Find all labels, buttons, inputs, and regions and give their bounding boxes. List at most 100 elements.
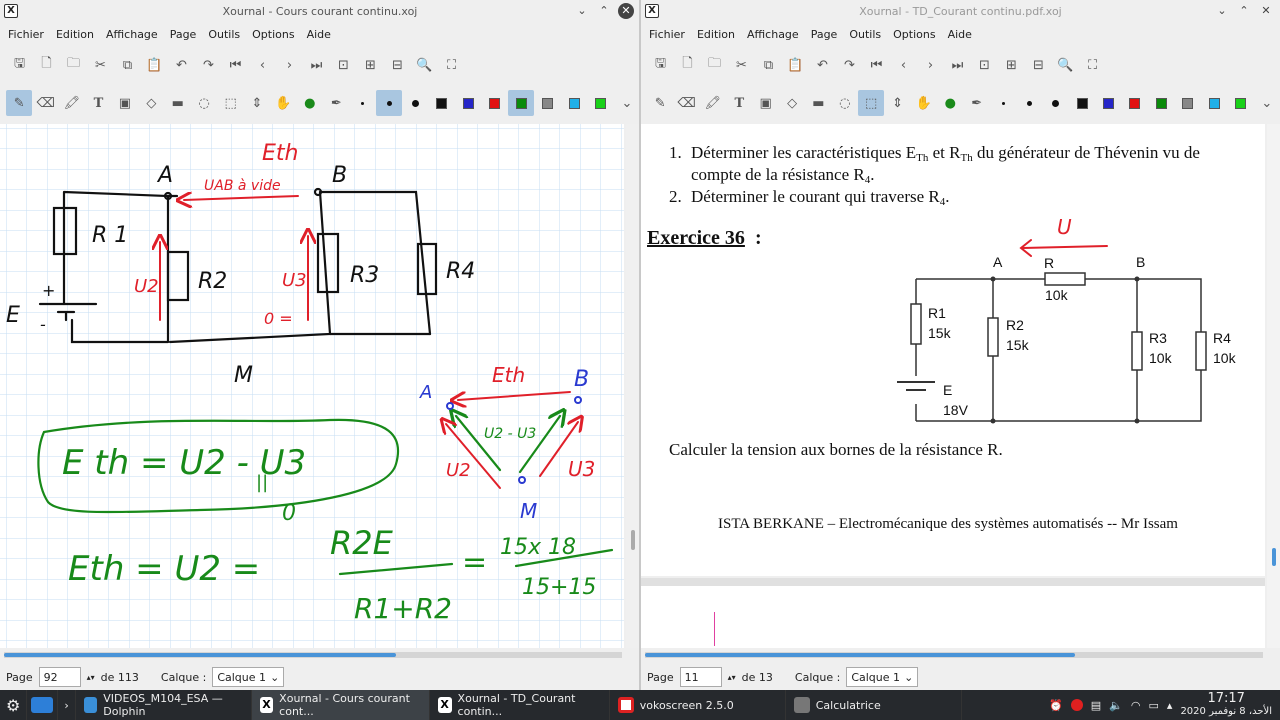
hand-icon[interactable]: ✋ bbox=[911, 90, 937, 116]
horizontal-scrollbar[interactable] bbox=[4, 652, 622, 658]
audio-icon[interactable]: 🔈 bbox=[1109, 699, 1123, 712]
image-tool-icon[interactable]: ▣ bbox=[753, 90, 779, 116]
zoom-width-icon[interactable]: ⊞ bbox=[357, 53, 384, 77]
clipboard-icon[interactable]: ▤ bbox=[1091, 699, 1101, 712]
color-green-swatch[interactable] bbox=[508, 90, 535, 116]
tray-expand-icon[interactable]: ▴ bbox=[1167, 699, 1173, 712]
minimize-icon[interactable]: ⌄ bbox=[574, 3, 590, 19]
thin-dot-icon[interactable] bbox=[990, 90, 1016, 116]
medium-dot-icon[interactable] bbox=[375, 90, 403, 116]
copy-icon[interactable]: ⧉ bbox=[114, 53, 141, 77]
first-page-icon[interactable]: ⏮ bbox=[863, 53, 890, 77]
color-cyan-swatch[interactable] bbox=[1201, 90, 1227, 116]
menu-edition[interactable]: Edition bbox=[50, 24, 100, 46]
vertical-space-icon[interactable]: ⇕ bbox=[244, 90, 270, 116]
battery-icon[interactable]: ▭ bbox=[1149, 699, 1159, 712]
menu-outils[interactable]: Outils bbox=[202, 24, 246, 46]
lasso-icon[interactable]: ◌ bbox=[191, 90, 217, 116]
eraser-icon[interactable]: ⌫ bbox=[673, 90, 699, 116]
show-desktop[interactable] bbox=[27, 690, 59, 720]
pen-settings-icon[interactable]: ✒ bbox=[323, 90, 349, 116]
vertical-space-icon[interactable]: ⇕ bbox=[884, 90, 910, 116]
color-black-swatch[interactable] bbox=[1069, 90, 1095, 116]
color-green-swatch[interactable] bbox=[1148, 90, 1174, 116]
open-icon[interactable]: 🗀 bbox=[701, 53, 728, 77]
menu-affichage[interactable]: Affichage bbox=[741, 24, 805, 46]
menu-edition[interactable]: Edition bbox=[691, 24, 741, 46]
zoom-fit-icon[interactable]: ⊡ bbox=[330, 53, 357, 77]
maximize-icon[interactable]: ⌃ bbox=[596, 3, 612, 19]
ruler-icon[interactable]: ▬ bbox=[165, 90, 191, 116]
color-black-swatch[interactable] bbox=[429, 90, 455, 116]
color-lime-swatch[interactable] bbox=[1227, 90, 1253, 116]
color-gray-swatch[interactable] bbox=[534, 90, 560, 116]
undo-icon[interactable]: ↶ bbox=[168, 53, 195, 77]
fullscreen-icon[interactable]: ⛶ bbox=[1079, 53, 1106, 77]
menu-page[interactable]: Page bbox=[164, 24, 203, 46]
paste-icon[interactable]: 📋 bbox=[782, 53, 809, 77]
highlighter-icon[interactable]: 🖍 bbox=[700, 90, 726, 116]
text-tool-icon[interactable]: T bbox=[726, 90, 752, 116]
maximize-icon[interactable]: ⌃ bbox=[1236, 3, 1252, 19]
last-page-icon[interactable]: ⏭ bbox=[944, 53, 971, 77]
menu-aide[interactable]: Aide bbox=[301, 24, 337, 46]
redo-icon[interactable]: ↷ bbox=[195, 53, 222, 77]
vertical-scrollbar[interactable] bbox=[1267, 124, 1280, 648]
task-vokoscreen[interactable]: vokoscreen 2.5.0 bbox=[610, 690, 786, 720]
image-tool-icon[interactable]: ▣ bbox=[112, 90, 138, 116]
task-xournal-td[interactable]: X Xournal - TD_Courant contin... bbox=[430, 690, 610, 720]
highlighter-icon[interactable]: 🖍 bbox=[59, 90, 85, 116]
color-blue-swatch[interactable] bbox=[455, 90, 481, 116]
close-icon[interactable]: ✕ bbox=[618, 3, 634, 19]
shape-icon[interactable]: ◇ bbox=[779, 90, 805, 116]
task-calculatrice[interactable]: Calculatrice bbox=[786, 690, 962, 720]
zoom-fit-icon[interactable]: ⊡ bbox=[971, 53, 998, 77]
select-rect-icon[interactable]: ⬚ bbox=[858, 90, 885, 116]
menu-aide[interactable]: Aide bbox=[942, 24, 978, 46]
pdf-next-page[interactable] bbox=[641, 586, 1265, 648]
color-lime-swatch[interactable] bbox=[587, 90, 613, 116]
shape-icon[interactable]: ◇ bbox=[138, 90, 164, 116]
menu-options[interactable]: Options bbox=[246, 24, 300, 46]
task-xournal-cours[interactable]: X Xournal - Cours courant cont... bbox=[251, 690, 430, 720]
clock[interactable]: 17:17 الأحد، 8 نوفمبر 2020 bbox=[1180, 692, 1272, 718]
new-icon[interactable]: 🗋 bbox=[33, 53, 60, 77]
first-page-icon[interactable]: ⏮ bbox=[222, 53, 249, 77]
pen-icon[interactable]: ✎ bbox=[647, 90, 673, 116]
zoom-page-icon[interactable]: ⊟ bbox=[1025, 53, 1052, 77]
next-page-icon[interactable]: › bbox=[917, 53, 944, 77]
hand-icon[interactable]: ✋ bbox=[270, 90, 296, 116]
spin-icon[interactable]: ▴▾ bbox=[87, 673, 95, 682]
layer-select[interactable]: Calque 1 ⌄ bbox=[846, 667, 919, 687]
thin-dot-icon[interactable] bbox=[349, 90, 375, 116]
thick-dot-icon[interactable] bbox=[402, 90, 428, 116]
toolbar-overflow-icon[interactable]: ⌄ bbox=[614, 90, 640, 116]
pen-settings-icon[interactable]: ✒ bbox=[964, 90, 990, 116]
layer-select[interactable]: Calque 1 ⌄ bbox=[212, 667, 285, 687]
zoom-icon[interactable]: 🔍 bbox=[411, 53, 438, 77]
copy-icon[interactable]: ⧉ bbox=[755, 53, 782, 77]
menu-fichier[interactable]: Fichier bbox=[2, 24, 50, 46]
default-pen-icon[interactable]: ● bbox=[297, 90, 323, 116]
pdf-page[interactable]: 1. Déterminer les caractéristiques ETh e… bbox=[641, 124, 1265, 576]
vertical-scrollbar[interactable] bbox=[626, 124, 640, 648]
color-red-swatch[interactable] bbox=[482, 90, 508, 116]
horizontal-scrollbar[interactable] bbox=[645, 652, 1263, 658]
new-icon[interactable]: 🗋 bbox=[674, 53, 701, 77]
menu-affichage[interactable]: Affichage bbox=[100, 24, 164, 46]
page-number-input[interactable]: 92 bbox=[38, 667, 81, 687]
select-rect-icon[interactable]: ⬚ bbox=[217, 90, 243, 116]
pen-icon[interactable]: ✎ bbox=[6, 90, 33, 116]
close-icon[interactable]: ✕ bbox=[1258, 3, 1274, 19]
color-red-swatch[interactable] bbox=[1122, 90, 1148, 116]
toolbar-overflow-icon[interactable]: ⌄ bbox=[1254, 90, 1280, 116]
cut-icon[interactable]: ✂ bbox=[728, 53, 755, 77]
note-canvas[interactable]: A B R 1 R2 R3 R4 E + - M Eth UAB à vide … bbox=[0, 124, 624, 648]
prev-page-icon[interactable]: ‹ bbox=[249, 53, 276, 77]
color-gray-swatch[interactable] bbox=[1175, 90, 1201, 116]
save-icon[interactable]: 🖫 bbox=[6, 53, 33, 77]
zoom-icon[interactable]: 🔍 bbox=[1052, 53, 1079, 77]
zoom-width-icon[interactable]: ⊞ bbox=[998, 53, 1025, 77]
default-pen-icon[interactable]: ● bbox=[937, 90, 963, 116]
cut-icon[interactable]: ✂ bbox=[87, 53, 114, 77]
